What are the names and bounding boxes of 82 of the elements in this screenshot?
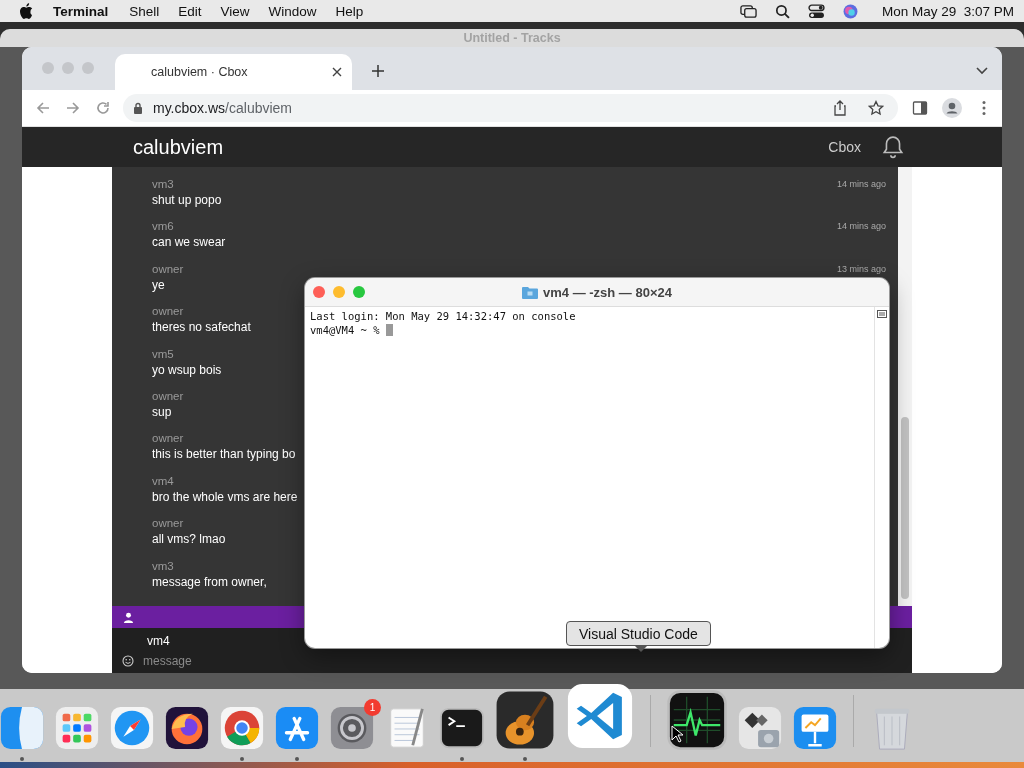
text-cursor-icon (385, 324, 393, 336)
menu-item[interactable]: View (220, 3, 250, 19)
share-icon[interactable] (832, 100, 848, 116)
notification-badge: 1 (364, 699, 381, 716)
terminal-icon[interactable] (439, 705, 485, 751)
message-author: vm3 (152, 559, 174, 572)
message-author: vm6 (152, 220, 174, 233)
message-text: can we swear (152, 235, 226, 250)
terminal-line: vm4@VM4 ~ % (310, 323, 380, 337)
window-title: Untitled - Tracks (463, 31, 561, 45)
message-author: owner (152, 262, 184, 275)
message-author: vm3 (152, 178, 174, 190)
message-author: owner (152, 517, 184, 530)
menu-item[interactable]: Edit (178, 3, 202, 19)
star-icon[interactable] (868, 100, 884, 116)
message-text: all vms? lmao (152, 532, 226, 547)
message-text: sup (152, 404, 172, 419)
podium-icon[interactable] (792, 705, 838, 751)
message-text: this is better than typing bo (152, 447, 296, 462)
menu-item[interactable]: Window (268, 3, 317, 19)
forward-icon[interactable] (65, 100, 81, 116)
site-link[interactable]: Cbox (828, 139, 861, 155)
disk-drive-icon[interactable] (737, 705, 783, 751)
message-text: theres no safechat (152, 320, 251, 335)
message-author: owner (152, 389, 184, 402)
lock-icon (133, 102, 143, 114)
message-time: 13 mins ago (836, 263, 886, 274)
menu-icon[interactable] (982, 100, 986, 116)
message-author: vm4 (152, 474, 174, 487)
mouse-pointer-icon (671, 725, 683, 743)
message-text: yo wsup bois (152, 362, 222, 377)
folder-icon (522, 285, 538, 299)
menubar-clock[interactable]: Mon May 29 3:07 PM (881, 3, 1014, 19)
new-tab-icon[interactable] (372, 65, 384, 77)
message-field[interactable]: message (143, 653, 343, 669)
message-author: owner (152, 305, 184, 318)
menu-item[interactable]: Help (335, 3, 364, 19)
menu-item[interactable]: Shell (129, 3, 160, 19)
message-text: message from owner, (152, 574, 267, 589)
close-button[interactable] (313, 286, 325, 298)
browser-tab[interactable]: calubviem · Cbox (115, 54, 352, 90)
search-icon[interactable] (773, 3, 791, 19)
site-title[interactable]: calubviem (133, 135, 829, 159)
guitar-icon[interactable] (494, 689, 556, 751)
split-pane-icon[interactable] (877, 310, 887, 318)
side-panel-icon[interactable] (912, 100, 928, 116)
message-text: shut up popo (152, 193, 222, 207)
message-author: owner (152, 432, 184, 445)
message-text: bro the whole vms are here (152, 489, 298, 504)
browser-wheel-icon[interactable] (219, 705, 265, 751)
menu-app-name[interactable]: Terminal (53, 3, 109, 19)
name-field[interactable]: vm4 (147, 633, 267, 649)
compass-icon[interactable] (109, 705, 155, 751)
message-text: ye (152, 277, 165, 292)
message-time: 14 mins ago (836, 221, 886, 232)
bell-icon[interactable] (881, 135, 905, 159)
app-store-icon[interactable] (274, 705, 320, 751)
close-icon[interactable] (332, 67, 342, 77)
window-stack-icon[interactable] (739, 3, 757, 19)
address-bar[interactable]: my.cbox.ws/calubviem (123, 94, 898, 122)
pulse-monitor-icon[interactable] (666, 689, 728, 751)
window-title: vm4 — -zsh — 80×24 (543, 284, 672, 300)
control-center-icon[interactable] (807, 3, 825, 19)
tooltip-pointer-icon (634, 645, 648, 653)
tooltip: Visual Studio Code (566, 621, 711, 646)
fox-globe-icon[interactable] (164, 705, 210, 751)
message-time: 14 mins ago (836, 179, 886, 189)
app-grid-icon[interactable] (54, 705, 100, 751)
code-editor-icon[interactable] (565, 681, 635, 751)
siri-icon[interactable] (841, 3, 859, 19)
user-icon[interactable] (123, 611, 134, 623)
profile-avatar-icon[interactable] (942, 98, 962, 118)
message-author: vm5 (152, 347, 174, 360)
terminal-line: Last login: Mon May 29 14:32:47 on console (310, 309, 576, 323)
finder-icon[interactable] (0, 705, 45, 751)
smiley-icon[interactable] (122, 655, 134, 667)
gear-icon[interactable] (329, 705, 375, 751)
chevron-down-icon[interactable] (976, 67, 988, 75)
apple-icon[interactable] (19, 3, 33, 19)
reload-icon[interactable] (95, 100, 111, 116)
scrollbar[interactable] (898, 167, 912, 606)
back-icon[interactable] (35, 100, 51, 116)
